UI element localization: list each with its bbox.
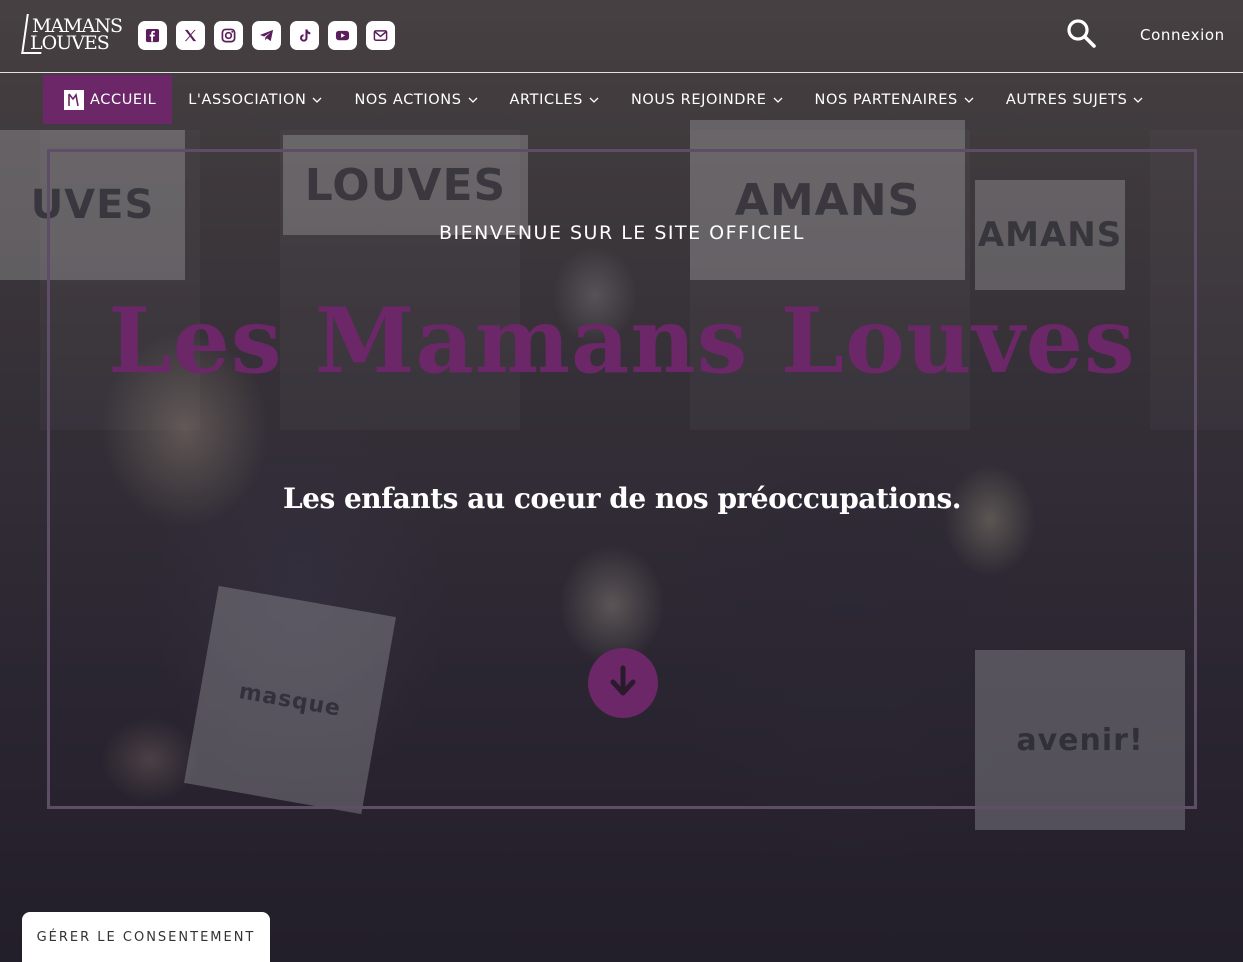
nav-item-label: L'ASSOCIATION [188,91,307,108]
x-twitter-icon[interactable] [176,21,205,50]
chevron-down-icon [468,97,477,103]
tiktok-icon[interactable] [290,21,319,50]
nav-item-other[interactable]: AUTRES SUJETS [990,75,1160,124]
telegram-icon[interactable] [252,21,281,50]
email-icon[interactable] [366,21,395,50]
site-logo[interactable]: MAMANS LOUVES [21,12,123,58]
nav-item-label: NOS ACTIONS [354,91,462,108]
hero-kicker: BIENVENUE SUR LE SITE OFFICIEL [438,222,806,244]
manage-consent-button[interactable]: GÉRER LE CONSENTEMENT [22,912,270,962]
main-navigation: ACCUEIL L'ASSOCIATION NOS ACTIONS ARTICL… [43,75,1159,124]
nav-item-partners[interactable]: NOS PARTENAIRES [799,75,990,124]
chevron-down-icon [1133,97,1143,103]
hero-section: BIENVENUE SUR LE SITE OFFICIEL Les Maman… [47,149,1197,809]
social-links [138,21,395,50]
nav-item-association[interactable]: L'ASSOCIATION [172,75,338,124]
nav-item-articles[interactable]: ARTICLES [494,75,615,124]
nav-item-label: NOS PARTENAIRES [814,91,958,108]
nav-item-home[interactable]: ACCUEIL [43,75,173,124]
instagram-icon[interactable] [214,21,243,50]
logo-home-icon [64,89,84,110]
search-icon[interactable] [1064,16,1098,50]
nav-item-label: ACCUEIL [90,91,157,108]
youtube-icon[interactable] [328,21,357,50]
nav-item-label: NOUS REJOINDRE [630,91,767,108]
facebook-icon[interactable] [138,21,167,50]
site-header: MAMANS LOUVES Connexion [0,0,1243,73]
chevron-down-icon [964,97,974,103]
hero-title: Les Mamans Louves [108,288,1136,394]
nav-item-actions[interactable]: NOS ACTIONS [338,75,493,124]
chevron-down-icon [589,97,599,103]
nav-item-label: ARTICLES [509,91,583,108]
nav-item-join[interactable]: NOUS REJOINDRE [615,75,799,124]
login-link[interactable]: Connexion [1140,26,1225,44]
chevron-down-icon [773,97,782,103]
scroll-down-button[interactable] [588,648,658,718]
chevron-down-icon [312,97,322,103]
arrow-down-icon [610,665,636,696]
nav-item-label: AUTRES SUJETS [1005,91,1128,108]
hero-subtitle: Les enfants au coeur de nos préoccupatio… [282,482,962,515]
